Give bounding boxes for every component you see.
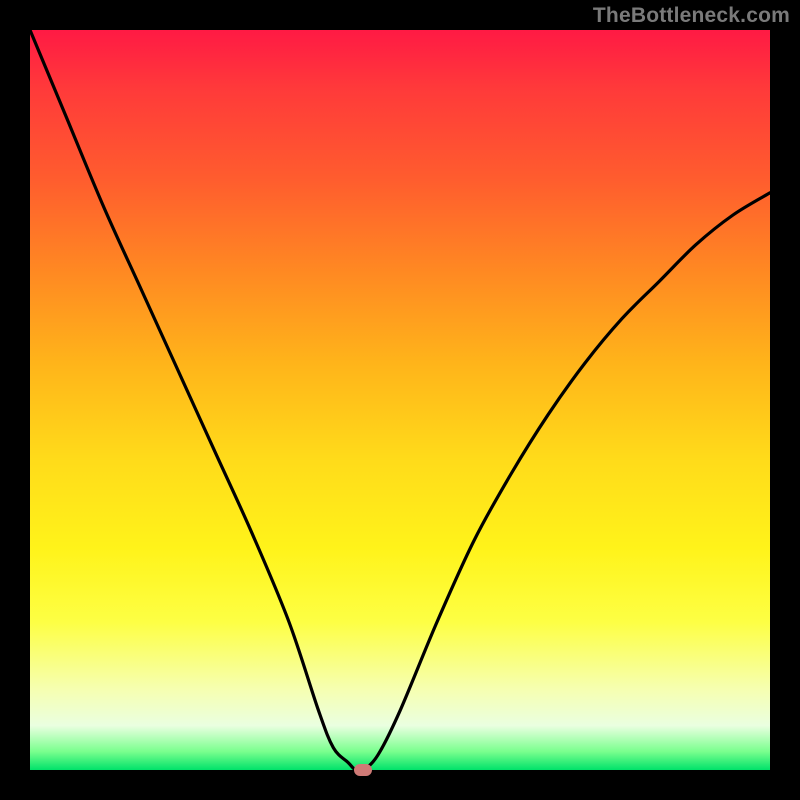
chart-plot-area xyxy=(30,30,770,770)
chart-frame: TheBottleneck.com xyxy=(0,0,800,800)
optimum-marker xyxy=(354,764,372,776)
bottleneck-curve xyxy=(30,30,770,770)
watermark-text: TheBottleneck.com xyxy=(593,4,790,28)
